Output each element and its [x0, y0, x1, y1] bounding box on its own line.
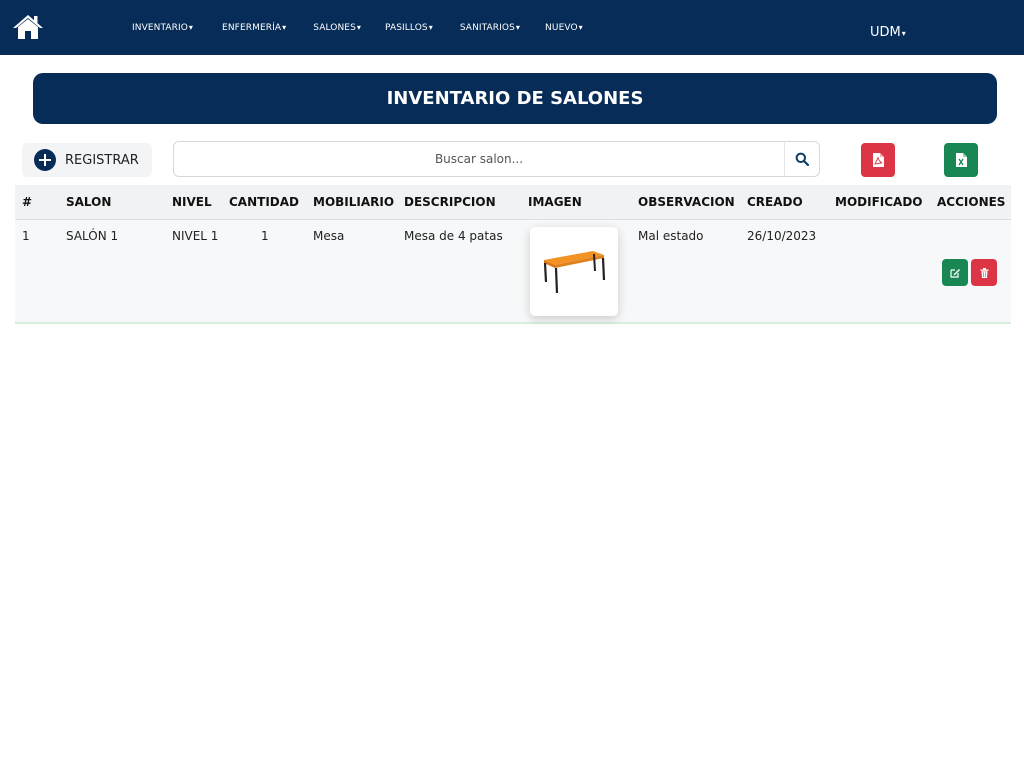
- column-header-observacion: OBSERVACION: [638, 195, 735, 209]
- nav-item-salones[interactable]: SALONES▾: [313, 23, 361, 33]
- column-header-mobiliario: MOBILIARIO: [313, 195, 395, 209]
- cell-observacion: Mal estado: [638, 229, 704, 243]
- nav-menu: INVENTARIO▾ ENFERMERÍA▾ SALONES▾ PASILLO…: [132, 0, 607, 55]
- column-header-acciones: ACCIONES: [937, 195, 1006, 209]
- search-input[interactable]: [173, 141, 785, 177]
- excel-file-icon: [956, 153, 967, 167]
- search-button[interactable]: [784, 141, 820, 177]
- home-icon[interactable]: [12, 13, 44, 41]
- column-header-modificado: MODIFICADO: [835, 195, 923, 209]
- chevron-down-icon: ▾: [356, 22, 362, 32]
- nav-item-sanitarios[interactable]: SANITARIOS▾: [460, 23, 520, 33]
- nav-item-label: ENFERMERÍA: [222, 22, 282, 33]
- table-row: 1 SALÓN 1 NIVEL 1 1 Mesa Mesa de 4 patas…: [15, 220, 1011, 324]
- plus-circle-icon: [34, 149, 56, 171]
- chevron-down-icon: ▾: [282, 22, 287, 32]
- nav-item-pasillos[interactable]: PASILLOS▾: [385, 23, 433, 33]
- edit-button[interactable]: [942, 259, 968, 286]
- chevron-down-icon: ▾: [428, 22, 433, 32]
- column-header-number: #: [22, 195, 33, 209]
- nav-item-enfermeria[interactable]: ENFERMERÍA▾: [222, 23, 286, 33]
- user-menu[interactable]: UDM▾: [870, 25, 906, 40]
- cell-creado: 26/10/2023: [747, 229, 817, 243]
- column-header-creado: CREADO: [747, 195, 803, 209]
- chevron-down-icon: ▾: [901, 29, 906, 38]
- furniture-image[interactable]: [530, 227, 618, 316]
- chevron-down-icon: ▾: [578, 22, 583, 32]
- pdf-file-icon: [873, 153, 884, 167]
- trash-icon: [980, 267, 988, 278]
- nav-item-label: INVENTARIO: [132, 22, 188, 33]
- column-header-descripcion: DESCRIPCION: [404, 195, 496, 209]
- page-title: INVENTARIO DE SALONES: [386, 88, 644, 109]
- user-menu-label: UDM: [870, 25, 901, 40]
- chevron-down-icon: ▾: [515, 22, 521, 32]
- search-group: [173, 141, 820, 177]
- nav-item-label: NUEVO: [545, 22, 578, 33]
- nav-item-label: SANITARIOS: [459, 22, 515, 33]
- cell-nivel: NIVEL 1: [172, 229, 219, 243]
- export-excel-button[interactable]: [944, 143, 978, 177]
- table-header-row: # SALON NIVEL CANTIDAD MOBILIARIO DESCRI…: [15, 185, 1011, 220]
- column-header-salon: SALON: [66, 195, 112, 209]
- chevron-down-icon: ▾: [188, 22, 194, 32]
- cell-number: 1: [22, 229, 30, 243]
- nav-item-nuevo[interactable]: NUEVO▾: [545, 23, 583, 33]
- edit-icon: [950, 268, 960, 278]
- nav-item-label: SALONES: [313, 22, 356, 33]
- column-header-cantidad: CANTIDAD: [229, 195, 299, 209]
- page-header-banner: INVENTARIO DE SALONES: [33, 73, 997, 124]
- column-header-nivel: NIVEL: [172, 195, 212, 209]
- cell-salon: SALÓN 1: [66, 229, 119, 243]
- table-furniture-image: [543, 250, 606, 293]
- nav-item-label: PASILLOS: [385, 22, 428, 33]
- cell-descripcion: Mesa de 4 patas: [404, 229, 503, 243]
- register-button-label: REGISTRAR: [65, 152, 139, 168]
- delete-button[interactable]: [971, 259, 997, 286]
- export-pdf-button[interactable]: [861, 143, 895, 177]
- register-button[interactable]: REGISTRAR: [22, 143, 152, 177]
- cell-mobiliario: Mesa: [313, 229, 345, 243]
- nav-item-inventario[interactable]: INVENTARIO▾: [132, 23, 193, 33]
- cell-cantidad: 1: [261, 229, 269, 243]
- search-icon: [795, 152, 809, 166]
- column-header-imagen: IMAGEN: [528, 195, 582, 209]
- navbar: INVENTARIO▾ ENFERMERÍA▾ SALONES▾ PASILLO…: [0, 0, 1024, 55]
- inventory-table: # SALON NIVEL CANTIDAD MOBILIARIO DESCRI…: [15, 185, 1011, 324]
